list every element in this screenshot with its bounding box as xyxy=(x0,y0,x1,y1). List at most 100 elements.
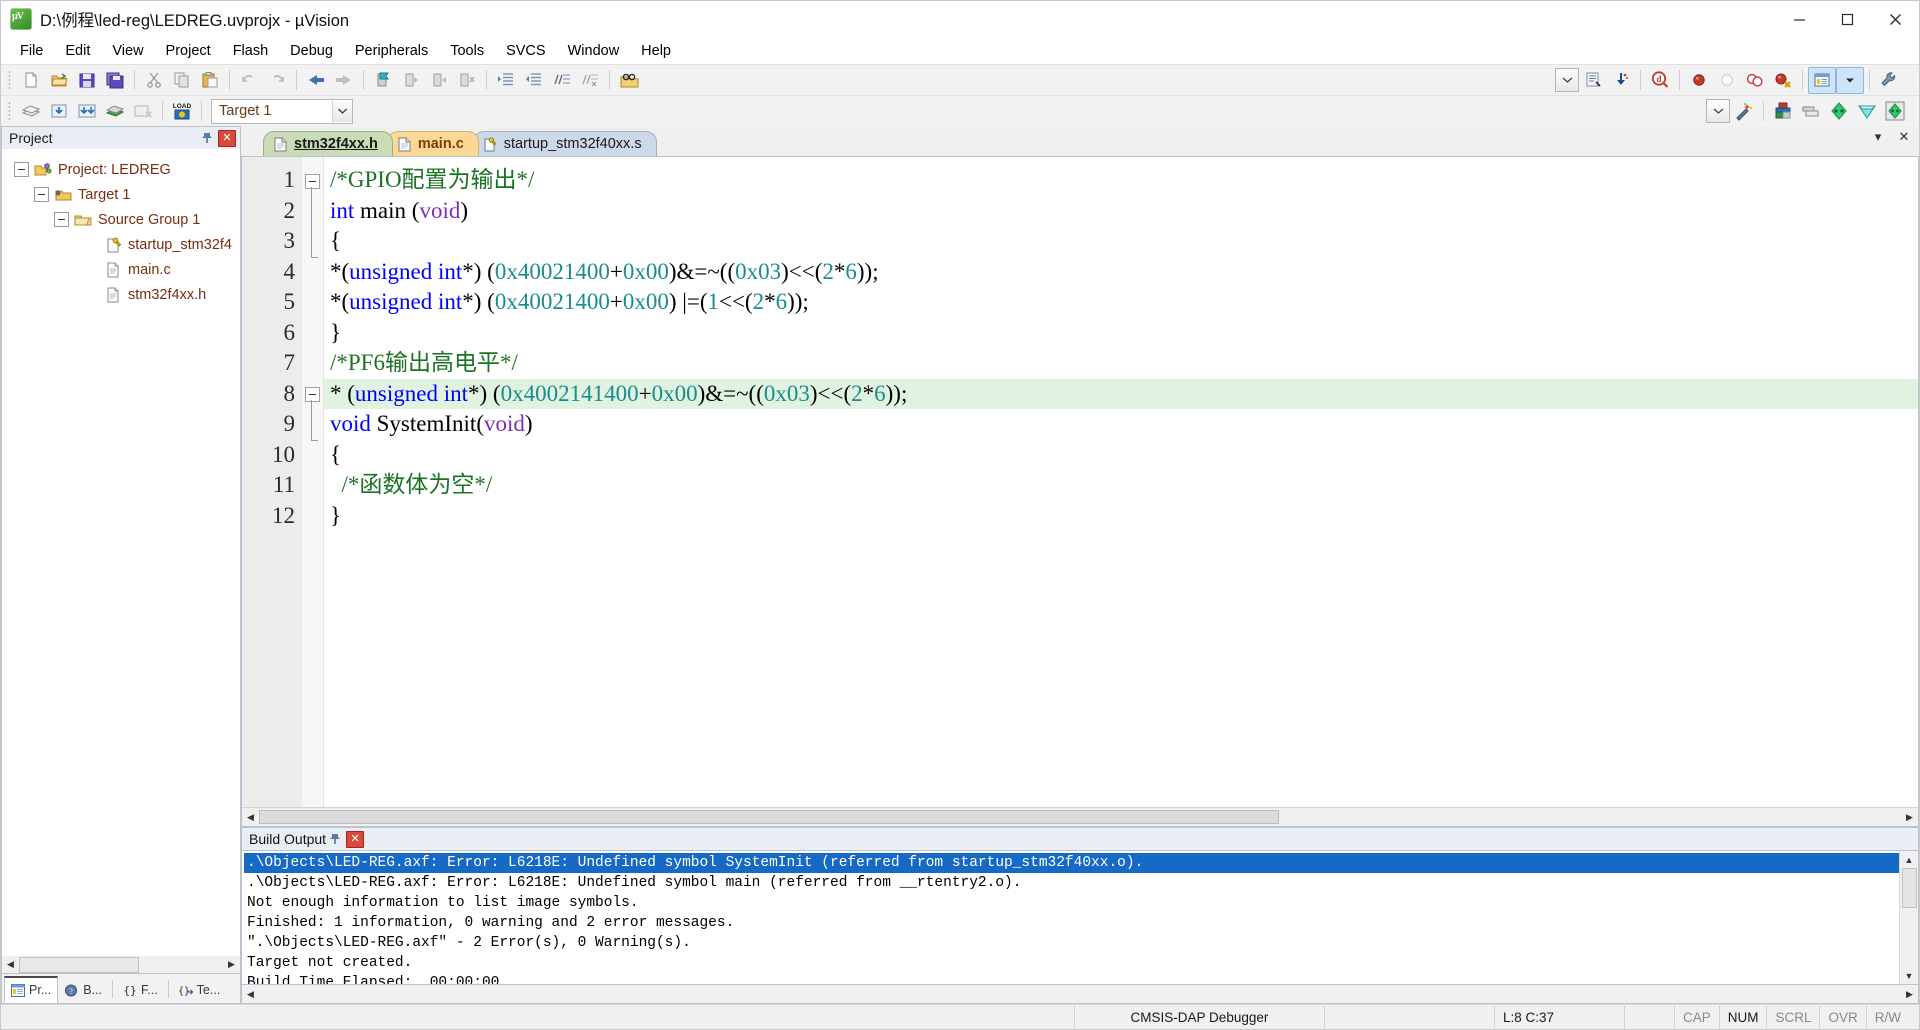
scroll-left-icon[interactable]: ◀ xyxy=(242,986,259,1002)
fold-toggle-icon[interactable] xyxy=(305,387,320,402)
window-dropdown-icon[interactable] xyxy=(1836,66,1864,94)
download-to-flash-icon[interactable]: LOAD xyxy=(168,98,196,125)
scroll-left-icon[interactable]: ◀ xyxy=(2,956,19,973)
kill-all-breakpoints-icon[interactable] xyxy=(1769,67,1797,94)
code-folding-gutter[interactable] xyxy=(302,157,324,807)
pin-icon[interactable] xyxy=(326,831,343,848)
navigate-forward-icon[interactable] xyxy=(330,67,358,94)
build-output-line[interactable]: Target not created. xyxy=(244,953,1899,973)
hscroll-track[interactable] xyxy=(19,956,223,973)
menu-window[interactable]: Window xyxy=(557,40,631,62)
pack-installer-icon[interactable] xyxy=(1881,98,1909,125)
indent-icon[interactable] xyxy=(492,67,520,94)
tree-node-target[interactable]: Target 1 xyxy=(2,182,240,207)
menu-debug[interactable]: Debug xyxy=(279,40,344,62)
outdent-icon[interactable] xyxy=(520,67,548,94)
target-options-dropdown-icon[interactable] xyxy=(1706,99,1730,123)
toolbar-grip[interactable] xyxy=(6,69,14,91)
templates-tab[interactable]: {} Te... xyxy=(172,977,228,1003)
translate-file-icon[interactable] xyxy=(17,98,45,125)
scroll-up-icon[interactable]: ▲ xyxy=(1901,851,1918,868)
editor-tab-list-icon[interactable]: ▾ xyxy=(1869,128,1887,146)
find-in-files-icon[interactable] xyxy=(615,67,643,94)
scroll-right-icon[interactable]: ▶ xyxy=(1901,986,1918,1002)
project-tree[interactable]: Project: LEDREG Target 1 Source Group 1 xyxy=(1,149,241,956)
open-file-icon[interactable] xyxy=(45,67,73,94)
cut-icon[interactable] xyxy=(140,67,168,94)
editor-hscroll-thumb[interactable] xyxy=(259,810,1279,824)
next-bookmark-icon[interactable] xyxy=(425,67,453,94)
previous-bookmark-icon[interactable] xyxy=(397,67,425,94)
fold-toggle-icon[interactable] xyxy=(305,174,320,189)
close-icon[interactable]: ✕ xyxy=(218,129,236,147)
menu-file[interactable]: File xyxy=(9,40,54,62)
copy-icon[interactable] xyxy=(168,67,196,94)
insert-bookmark-icon[interactable] xyxy=(1607,67,1635,94)
paste-icon[interactable] xyxy=(196,67,224,94)
save-icon[interactable] xyxy=(73,67,101,94)
batch-build-icon[interactable] xyxy=(101,98,129,125)
menu-project[interactable]: Project xyxy=(155,40,222,62)
tree-node-startup-file[interactable]: startup_stm32f4 xyxy=(2,232,240,257)
multi-project-icon[interactable] xyxy=(1825,98,1853,125)
expander-icon[interactable] xyxy=(34,187,49,202)
hscroll-thumb[interactable] xyxy=(19,956,139,973)
build-target-icon[interactable] xyxy=(45,98,73,125)
build-output-line[interactable]: ".\Objects\LED-REG.axf" - 2 Error(s), 0 … xyxy=(244,933,1899,953)
disable-breakpoint-icon[interactable] xyxy=(1713,67,1741,94)
tree-node-project[interactable]: Project: LEDREG xyxy=(2,157,240,182)
editor-tab-startup[interactable]: startup_stm32f40xx.s xyxy=(472,131,657,156)
books-tab[interactable]: ? B... xyxy=(58,977,109,1003)
build-output-hscrollbar[interactable]: ◀ ▶ xyxy=(241,985,1919,1004)
scroll-left-icon[interactable]: ◀ xyxy=(242,809,259,825)
rebuild-all-icon[interactable] xyxy=(73,98,101,125)
new-file-icon[interactable] xyxy=(17,67,45,94)
scroll-right-icon[interactable]: ▶ xyxy=(223,956,240,973)
build-output-line[interactable]: Finished: 1 information, 0 warning and 2… xyxy=(244,913,1899,933)
clear-bookmarks-icon[interactable] xyxy=(453,67,481,94)
build-output-body[interactable]: .\Objects\LED-REG.axf: Error: L6218E: Un… xyxy=(241,850,1919,985)
save-all-icon[interactable] xyxy=(101,67,129,94)
select-software-packs-icon[interactable] xyxy=(1853,98,1881,125)
menu-flash[interactable]: Flash xyxy=(222,40,279,62)
scroll-down-icon[interactable]: ▼ xyxy=(1901,967,1918,984)
toolbar-grip[interactable] xyxy=(6,100,14,122)
build-output-line-selected[interactable]: .\Objects\LED-REG.axf: Error: L6218E: Un… xyxy=(244,853,1899,873)
expander-icon[interactable] xyxy=(54,212,69,227)
configure-icon[interactable] xyxy=(1875,67,1903,94)
undo-icon[interactable] xyxy=(235,67,263,94)
target-selector[interactable]: Target 1 xyxy=(211,98,353,124)
manage-run-time-environment-icon[interactable] xyxy=(1730,98,1758,125)
disable-all-breakpoints-icon[interactable] xyxy=(1741,67,1769,94)
tree-node-source-group[interactable]: Source Group 1 xyxy=(2,207,240,232)
minimize-button[interactable] xyxy=(1775,1,1823,37)
menu-peripherals[interactable]: Peripherals xyxy=(344,40,439,62)
menu-svcs[interactable]: SVCS xyxy=(495,40,557,62)
tree-node-stm32f4xx-h[interactable]: stm32f4xx.h xyxy=(2,282,240,307)
toggle-bookmark-icon[interactable] xyxy=(369,67,397,94)
build-output-line[interactable]: Not enough information to list image sym… xyxy=(244,893,1899,913)
options-for-target-icon[interactable] xyxy=(1769,98,1797,125)
chevron-down-icon[interactable] xyxy=(332,100,352,122)
code-text-area[interactable]: /*GPIO配置为输出*/ int main (void) { *(unsign… xyxy=(324,157,1918,807)
menu-edit[interactable]: Edit xyxy=(54,40,101,62)
stop-build-icon[interactable] xyxy=(129,98,157,125)
code-editor[interactable]: 1 2 3 4 5 6 7 8 9 10 11 12 /*GPIO配置为输出*/… xyxy=(242,157,1918,807)
pin-icon[interactable] xyxy=(198,130,215,147)
redo-icon[interactable] xyxy=(263,67,291,94)
maximize-button[interactable] xyxy=(1823,1,1871,37)
comment-lines-icon[interactable] xyxy=(548,67,576,94)
build-output-line[interactable]: .\Objects\LED-REG.axf: Error: L6218E: Un… xyxy=(244,873,1899,893)
insert-breakpoint-icon[interactable] xyxy=(1685,67,1713,94)
build-output-text[interactable]: .\Objects\LED-REG.axf: Error: L6218E: Un… xyxy=(242,851,1899,984)
editor-close-icon[interactable]: ✕ xyxy=(1895,128,1913,146)
editor-tab-stm32f4xx-h[interactable]: stm32f4xx.h xyxy=(263,131,393,156)
start-debug-session-icon[interactable]: d xyxy=(1646,67,1674,94)
expander-icon[interactable] xyxy=(14,162,29,177)
scroll-right-icon[interactable]: ▶ xyxy=(1901,809,1918,825)
build-output-line[interactable]: Build Time Elapsed: 00:00:00 xyxy=(244,973,1899,984)
menu-help[interactable]: Help xyxy=(630,40,682,62)
hscroll-track[interactable] xyxy=(259,986,1901,1002)
close-button[interactable] xyxy=(1871,1,1919,37)
toolbox-dropdown-icon[interactable] xyxy=(1555,68,1579,92)
